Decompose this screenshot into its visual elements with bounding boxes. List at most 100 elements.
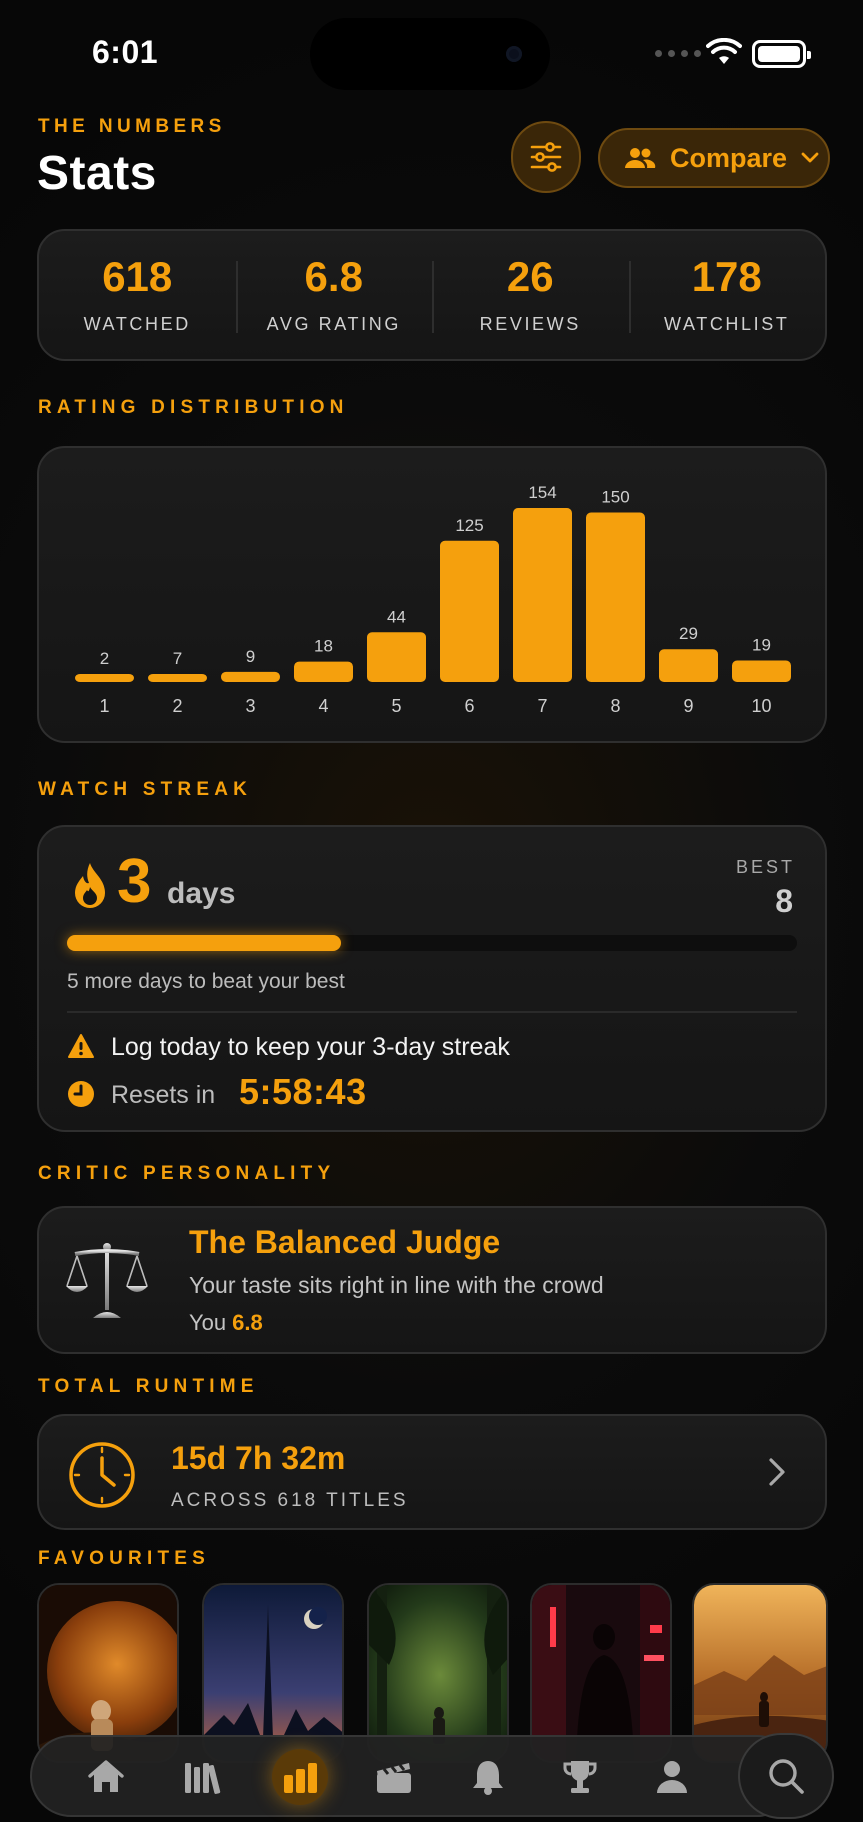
chart-x-tick-label: 1 (99, 696, 109, 716)
persona-you-rating: You 6.8 (189, 1310, 263, 1336)
you-label: You (189, 1310, 227, 1335)
filter-button[interactable] (511, 121, 581, 193)
chart-x-tick-label: 4 (318, 696, 328, 716)
trophy-icon (563, 1761, 597, 1793)
best-streak-label: BEST (735, 857, 795, 877)
runtime-subtitle: ACROSS 618 TITLES (171, 1490, 409, 1511)
compare-button[interactable]: Compare (598, 128, 830, 188)
scales-icon (66, 1243, 148, 1318)
you-value: 6.8 (232, 1310, 263, 1335)
runtime-value: 15d 7h 32m (171, 1440, 346, 1476)
chart-data-label: 125 (455, 516, 483, 535)
stat-reviews[interactable]: 26 REVIEWS (432, 231, 629, 359)
search-button[interactable] (738, 1733, 834, 1819)
page-title: Stats (37, 147, 157, 200)
chart-x-tick-label: 2 (172, 696, 182, 716)
stat-avg-rating[interactable]: 6.8 AVG RATING (235, 231, 433, 359)
stat-label: REVIEWS (479, 313, 581, 334)
summary-stats-card: 618 WATCHED 6.8 AVG RATING 26 REVIEWS 17… (37, 229, 827, 361)
critic-personality-title: CRITIC PERSONALITY (38, 1163, 336, 1184)
tab-profile[interactable] (644, 1749, 700, 1805)
stats-icon (284, 1763, 317, 1793)
chart-data-label: 2 (100, 649, 109, 668)
watch-streak-title: WATCH STREAK (38, 779, 253, 800)
chevron-right-icon (769, 1458, 785, 1486)
compare-label: Compare (670, 142, 788, 173)
chart-data-label: 44 (387, 607, 406, 626)
users-icon (625, 148, 656, 168)
chart-bar[interactable] (732, 660, 791, 682)
bell-icon (473, 1761, 503, 1795)
chart-data-label: 18 (314, 637, 333, 656)
clock-outline-icon (69, 1442, 135, 1508)
rating-distribution-title: RATING DISTRIBUTION (38, 397, 349, 418)
chart-data-label: 9 (246, 647, 255, 666)
rating-distribution-card: 2 1 7 2 9 3 18 4 44 5 125 6 154 7 150 8 29 9 19 10 (37, 446, 827, 743)
chart-bar[interactable] (513, 508, 572, 682)
chart-x-tick-label: 9 (683, 696, 693, 716)
chart-data-label: 7 (173, 649, 182, 668)
chart-x-tick-label: 6 (464, 696, 474, 716)
critic-personality-card[interactable]: The Balanced Judge Your taste sits right… (37, 1206, 827, 1354)
tab-achievements[interactable] (552, 1749, 608, 1805)
chart-bar[interactable] (294, 661, 353, 682)
total-runtime-title: TOTAL RUNTIME (38, 1376, 259, 1397)
resets-label: Resets in (111, 1081, 216, 1109)
chart-data-label: 154 (528, 483, 556, 502)
stat-watched[interactable]: 618 WATCHED (39, 231, 236, 359)
chart-bar[interactable] (148, 674, 207, 682)
chart-x-tick-label: 7 (537, 696, 547, 716)
watch-streak-card: 3 days BEST 8 5 more days to beat your b… (37, 825, 827, 1132)
stat-watchlist[interactable]: 178 WATCHLIST (628, 231, 826, 359)
total-runtime-card[interactable]: 15d 7h 32m ACROSS 618 TITLES (37, 1414, 827, 1530)
library-icon (185, 1763, 221, 1794)
stat-label: AVG RATING (266, 313, 401, 334)
stat-label: WATCHLIST (664, 313, 790, 334)
resets-countdown: 5:58:43 (239, 1071, 367, 1112)
chart-bar[interactable] (440, 540, 499, 682)
rating-distribution-chart: 2172931844451256154715082991910 (75, 483, 791, 716)
home-icon (88, 1760, 124, 1792)
tab-movies[interactable] (366, 1749, 422, 1805)
stat-label: WATCHED (83, 313, 191, 334)
streak-progress-fill (67, 935, 341, 951)
chart-data-label: 19 (752, 636, 771, 655)
profile-icon (657, 1761, 687, 1793)
stat-value: 26 (506, 252, 554, 300)
chart-data-label: 29 (679, 624, 698, 643)
search-icon (769, 1759, 804, 1794)
wifi-icon (706, 38, 742, 64)
chart-data-label: 150 (601, 488, 629, 507)
chevron-down-icon (801, 152, 819, 163)
tab-home[interactable] (78, 1749, 134, 1805)
best-streak-value: 8 (775, 883, 793, 919)
favourites-title: FAVOURITES (38, 1548, 210, 1569)
warning-icon (68, 1034, 94, 1058)
beat-best-text: 5 more days to beat your best (67, 970, 345, 993)
chart-bar[interactable] (586, 512, 645, 682)
clapperboard-icon (377, 1763, 411, 1793)
dynamic-island (310, 18, 550, 90)
tab-bar (30, 1735, 798, 1817)
persona-name: The Balanced Judge (189, 1224, 501, 1260)
tab-notifications[interactable] (460, 1749, 516, 1805)
chart-bar[interactable] (221, 671, 280, 682)
divider (67, 1011, 797, 1013)
status-time: 6:01 (92, 34, 159, 70)
streak-warning-text: Log today to keep your 3-day streak (111, 1033, 510, 1061)
chart-bar[interactable] (367, 632, 426, 682)
tab-library[interactable] (174, 1749, 230, 1805)
streak-count: 3 (117, 847, 152, 916)
stat-value: 6.8 (304, 252, 363, 300)
chart-bar[interactable] (75, 674, 134, 682)
flame-icon (75, 863, 105, 908)
tab-stats[interactable] (272, 1749, 328, 1805)
page-eyebrow: THE NUMBERS (38, 116, 226, 137)
chart-bar[interactable] (659, 649, 718, 682)
chart-x-tick-label: 5 (391, 696, 401, 716)
chart-x-tick-label: 3 (245, 696, 255, 716)
chart-x-tick-label: 10 (751, 696, 771, 716)
chart-x-tick-label: 8 (610, 696, 620, 716)
battery-icon (752, 40, 811, 68)
streak-unit: days (167, 877, 236, 910)
